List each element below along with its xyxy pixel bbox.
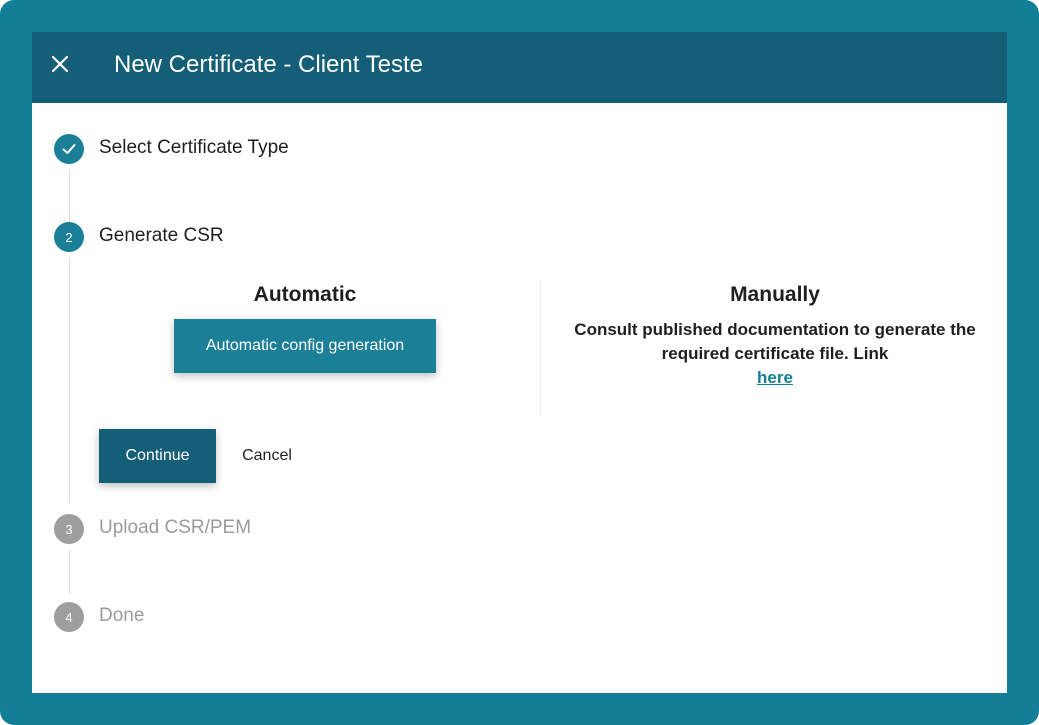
step-1-indicator [54, 134, 84, 164]
new-certificate-dialog: New Certificate - Client Teste Select Ce… [32, 32, 1007, 693]
step-connector [69, 258, 70, 503]
step-4-indicator: 4 [54, 602, 84, 632]
column-divider [540, 280, 541, 416]
window-frame: New Certificate - Client Teste Select Ce… [0, 0, 1039, 725]
documentation-link[interactable]: here [757, 368, 793, 387]
step-1-label[interactable]: Select Certificate Type [99, 136, 289, 160]
manual-instructions: Consult published documentation to gener… [570, 318, 980, 390]
automatic-title: Automatic [253, 283, 357, 306]
step-connector [69, 170, 70, 226]
step-3-label: Upload CSR/PEM [99, 517, 252, 538]
manual-instructions-text: Consult published documentation to gener… [574, 320, 976, 363]
close-icon[interactable] [48, 52, 72, 76]
automatic-config-button[interactable]: Automatic config generation [174, 319, 436, 373]
step-2-label: Generate CSR [99, 225, 224, 246]
checkmark-icon [62, 144, 76, 154]
continue-button[interactable]: Continue [99, 429, 216, 483]
step-2-indicator: 2 [54, 222, 84, 252]
manually-title: Manually [730, 283, 820, 306]
step-3-indicator: 3 [54, 514, 84, 544]
dialog-header: New Certificate - Client Teste [32, 32, 1007, 103]
step-4-label: Done [99, 605, 145, 626]
dialog-title: New Certificate - Client Teste [114, 51, 423, 78]
cancel-button[interactable]: Cancel [226, 429, 308, 483]
step-connector [69, 550, 70, 594]
